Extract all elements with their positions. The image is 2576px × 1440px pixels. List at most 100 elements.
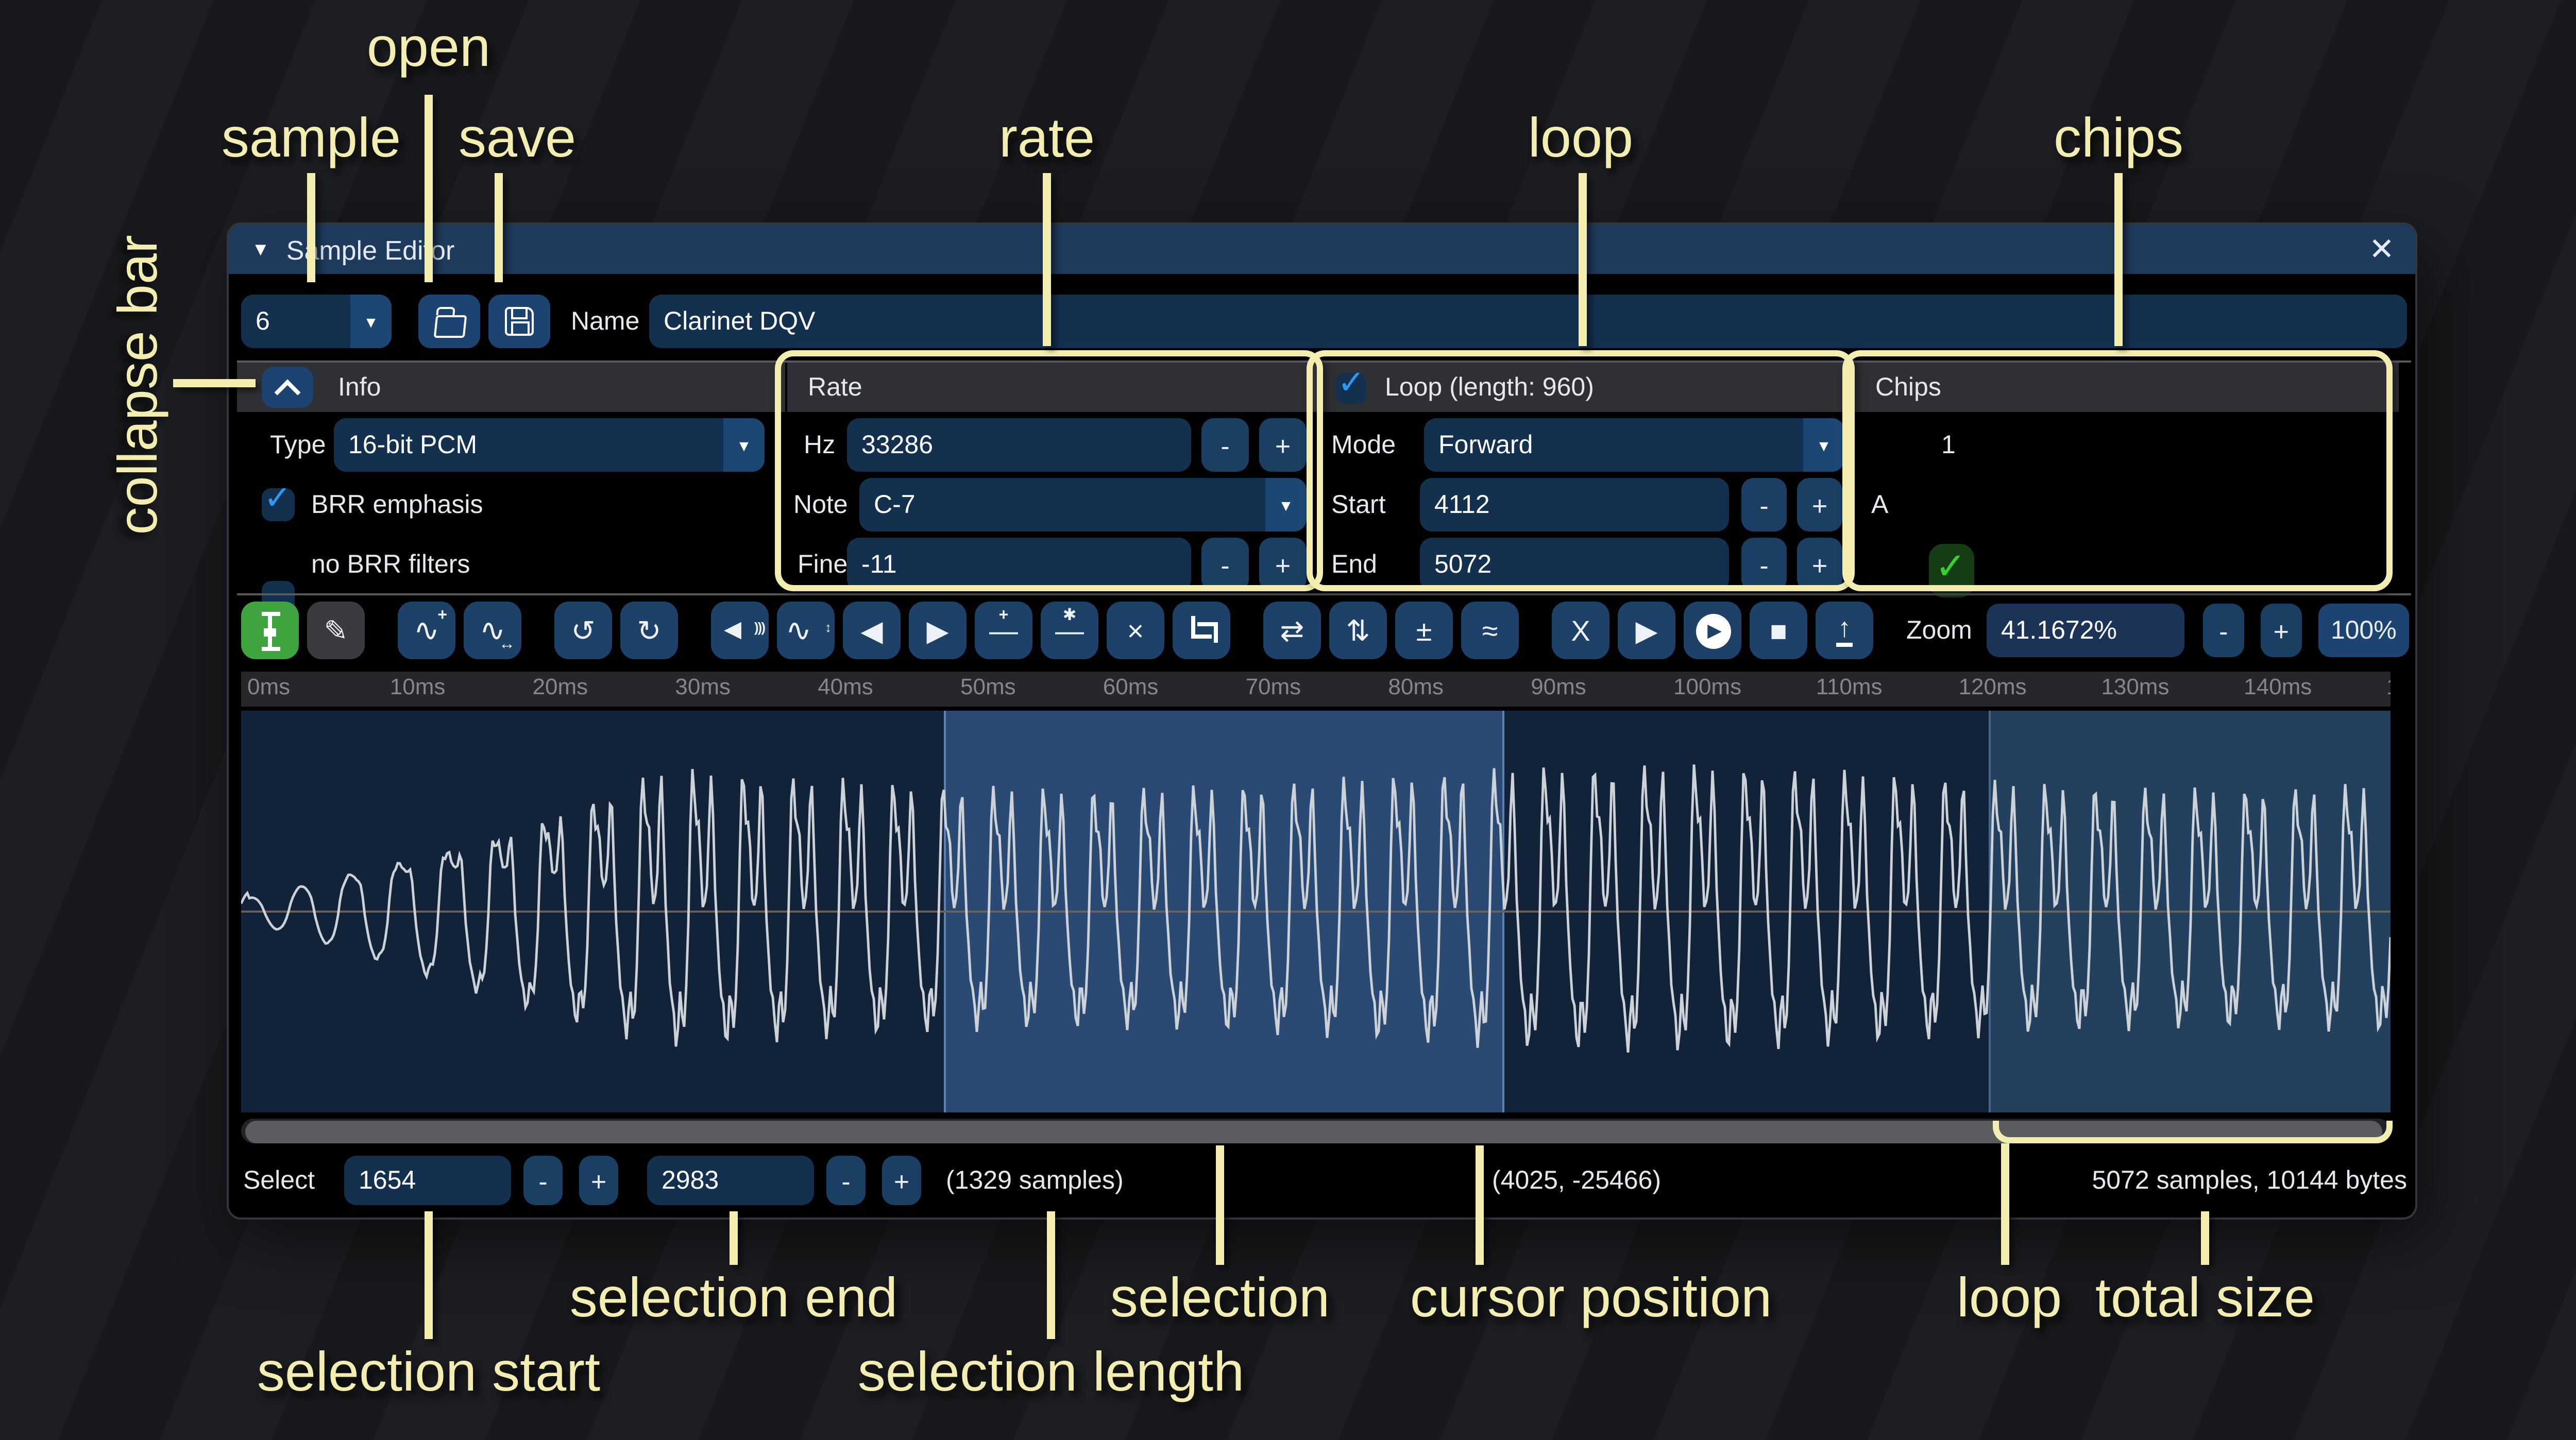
callout-sample: sample xyxy=(222,109,401,170)
signed-unsigned-button[interactable]: ± xyxy=(1395,602,1453,659)
sample-toolbar: ✎∿+∿↔↺↻◀)))∿↕◀▶—+—✱×⇄⇅±≈X▶▶■↑ Zoom 41.16… xyxy=(241,602,2409,659)
callout-line-selection-end xyxy=(730,1211,737,1265)
selection-start-minus-button[interactable]: - xyxy=(523,1156,563,1205)
ruler-tick-label: 110ms xyxy=(1816,676,1883,700)
callout-line-collapse-bar xyxy=(173,379,256,386)
apply-silence-button[interactable]: —✱ xyxy=(1041,602,1098,659)
callout-line-cursor-position xyxy=(1476,1145,1483,1265)
type-value: 16-bit PCM xyxy=(334,418,723,472)
invert-button[interactable]: ⇅ xyxy=(1329,602,1387,659)
reverse-button[interactable]: ⇄ xyxy=(1263,602,1321,659)
edit-select-button[interactable] xyxy=(241,602,299,659)
brr-emphasis-label: BRR emphasis xyxy=(311,478,483,532)
ruler-tick-label: 70ms xyxy=(1246,676,1301,700)
callout-open: open xyxy=(367,19,490,80)
preview-loop-button[interactable]: ▶ xyxy=(1684,602,1741,659)
trim-button[interactable] xyxy=(1173,602,1230,659)
zoom-reset-button[interactable]: 100% xyxy=(2318,604,2409,657)
zoom-value: 41.1672% xyxy=(2001,616,2117,645)
resize-icon: ∿ xyxy=(414,615,439,646)
fade-in-button[interactable]: ◀ xyxy=(843,602,901,659)
resample-button[interactable]: ∿↔ xyxy=(464,602,521,659)
create-wavetable-button[interactable]: ↑ xyxy=(1816,602,1873,659)
delete-button[interactable]: × xyxy=(1107,602,1164,659)
name-input[interactable]: Clarinet DQV xyxy=(649,295,2407,348)
name-label: Name xyxy=(571,295,639,348)
waveform-canvas[interactable] xyxy=(241,711,2391,1112)
callout-total-size: total size xyxy=(2095,1269,2315,1330)
preview-button[interactable]: ▶ xyxy=(1618,602,1675,659)
insert-silence-button[interactable]: —+ xyxy=(975,602,1032,659)
signed-unsigned-icon: ± xyxy=(1416,616,1432,645)
type-label: Type xyxy=(270,418,326,472)
callout-selection: selection xyxy=(1110,1269,1330,1330)
zoom-input[interactable]: 41.1672% xyxy=(1987,604,2184,657)
edit-draw-icon: ✎ xyxy=(324,616,348,645)
check-icon: ✓ xyxy=(264,478,292,519)
rate-callout-box xyxy=(775,350,1323,591)
screen: ▼ Sample Editor ✕ 6 ▼ Name Clarinet DQV … xyxy=(0,0,2576,1440)
total-size-text: 5072 samples, 10144 bytes xyxy=(2055,1156,2407,1205)
crossfade-loop-button[interactable]: X xyxy=(1552,602,1609,659)
preview-loop-icon: ▶ xyxy=(1695,613,1730,648)
filter-button[interactable]: ≈ xyxy=(1461,602,1519,659)
zoom-out-button[interactable]: - xyxy=(2203,604,2244,657)
chips-callout-box xyxy=(1842,350,2393,591)
fade-out-button[interactable]: ▶ xyxy=(909,602,967,659)
callout-save: save xyxy=(459,109,576,170)
callout-line-sample xyxy=(307,173,314,282)
zoom-label: Zoom xyxy=(1906,616,1972,645)
i-beam-cursor-icon xyxy=(259,611,281,650)
amplify-icon: ◀ xyxy=(724,619,741,642)
name-value: Clarinet DQV xyxy=(664,307,816,336)
undo-icon: ↺ xyxy=(571,616,596,645)
callout-line-save xyxy=(495,173,502,282)
waveform-view[interactable] xyxy=(241,711,2391,1112)
sample-selector[interactable]: 6 ▼ xyxy=(241,295,392,348)
callout-line-selection-length xyxy=(1047,1211,1054,1339)
redo-button[interactable]: ↻ xyxy=(620,602,678,659)
chevron-up-icon xyxy=(275,379,301,405)
resize-button[interactable]: ∿+ xyxy=(398,602,455,659)
amplify-button[interactable]: ◀))) xyxy=(711,602,769,659)
info-panel-header[interactable]: Info xyxy=(237,363,785,412)
stop-preview-icon: ■ xyxy=(1770,616,1787,645)
close-button[interactable]: ✕ xyxy=(2369,231,2395,268)
normalize-button[interactable]: ∿↕ xyxy=(777,602,835,659)
callout-line-selection xyxy=(1216,1145,1223,1265)
selection-end-minus-button[interactable]: - xyxy=(826,1156,866,1205)
selection-start-plus-button[interactable]: + xyxy=(579,1156,618,1205)
stop-preview-button[interactable]: ■ xyxy=(1750,602,1807,659)
ruler-tick-label: 80ms xyxy=(1388,676,1444,700)
ruler-tick-label: 10ms xyxy=(390,676,446,700)
open-button[interactable] xyxy=(418,295,480,348)
preview-icon: ▶ xyxy=(1635,616,1657,645)
callout-line-rate xyxy=(1043,173,1050,346)
callout-cursor-position: cursor position xyxy=(1410,1269,1772,1330)
ruler-tick-label: 0ms xyxy=(247,676,290,700)
brr-emphasis-checkbox[interactable]: ✓ xyxy=(262,488,295,521)
selection-end-input[interactable]: 2983 xyxy=(647,1156,814,1205)
callout-line-chips xyxy=(2114,173,2122,346)
window-collapse-icon[interactable]: ▼ xyxy=(251,239,270,260)
save-button[interactable] xyxy=(488,295,550,348)
selection-length-text: (1329 samples) xyxy=(946,1156,1124,1205)
fade-in-icon: ◀ xyxy=(860,616,883,645)
undo-button[interactable]: ↺ xyxy=(554,602,612,659)
zoom-in-button[interactable]: + xyxy=(2261,604,2302,657)
window-titlebar[interactable]: ▼ Sample Editor ✕ xyxy=(229,225,2415,274)
type-dropdown[interactable]: 16-bit PCM ▼ xyxy=(334,418,765,472)
chevron-down-icon[interactable]: ▼ xyxy=(350,295,392,348)
ruler-tick-label: 30ms xyxy=(675,676,731,700)
callout-bracket-loop xyxy=(1993,1121,2393,1143)
collapse-bar-button[interactable] xyxy=(262,367,313,408)
floppy-save-icon xyxy=(505,307,534,336)
loop-callout-box xyxy=(1307,350,1855,591)
normalize-icon: ∿ xyxy=(786,615,811,646)
ruler-tick-label: 90ms xyxy=(1531,676,1586,700)
selection-start-input[interactable]: 1654 xyxy=(344,1156,511,1205)
callout-loop-bottom: loop xyxy=(1957,1269,2062,1330)
timeline-ruler[interactable]: 0ms10ms20ms30ms40ms50ms60ms70ms80ms90ms1… xyxy=(241,672,2391,707)
selection-end-plus-button[interactable]: + xyxy=(882,1156,921,1205)
edit-draw-button[interactable]: ✎ xyxy=(307,602,365,659)
